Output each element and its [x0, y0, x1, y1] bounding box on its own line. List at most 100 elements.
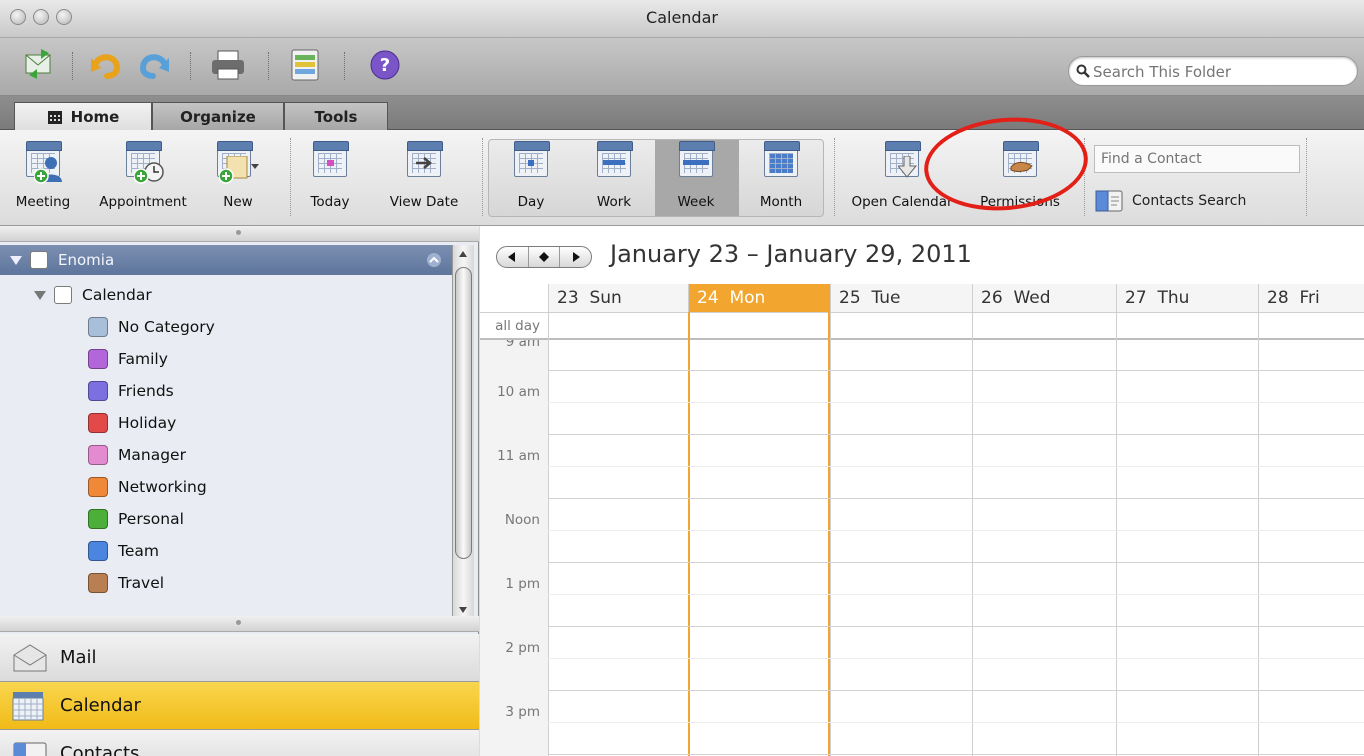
- tab-tools[interactable]: Tools: [284, 102, 388, 130]
- date-range-title: January 23 – January 29, 2011: [610, 240, 972, 268]
- previous-week-button[interactable]: [497, 247, 529, 267]
- month-view-icon: [758, 138, 804, 184]
- go-today-button[interactable]: [529, 247, 561, 267]
- category-row[interactable]: Team: [0, 535, 452, 567]
- new-item-button[interactable]: New: [206, 138, 270, 218]
- day-number: 26: [981, 288, 1003, 308]
- week-view-button[interactable]: Week: [654, 138, 738, 218]
- hour-label: 2 pm: [505, 640, 540, 656]
- category-swatch[interactable]: [88, 317, 108, 337]
- category-swatch[interactable]: [88, 413, 108, 433]
- calendar-icon: [47, 111, 62, 124]
- calendar-view: January 23 – January 29, 2011 23 Sun 24 …: [480, 226, 1364, 756]
- calendar-folder-row[interactable]: Calendar: [0, 279, 452, 311]
- collapse-icon[interactable]: [426, 253, 442, 267]
- next-week-button[interactable]: [560, 247, 591, 267]
- mail-icon: [12, 643, 48, 673]
- view-date-button[interactable]: View Date: [376, 138, 472, 218]
- category-swatch[interactable]: [88, 573, 108, 593]
- category-row[interactable]: Travel: [0, 567, 452, 599]
- category-label: Personal: [118, 510, 184, 528]
- day-header-today[interactable]: 24 Mon: [688, 284, 830, 312]
- nav-calendar[interactable]: Calendar: [0, 682, 479, 730]
- category-label: Family: [118, 350, 168, 368]
- month-view-button[interactable]: Month: [738, 138, 824, 218]
- day-header[interactable]: 28 Fri: [1258, 284, 1364, 312]
- help-icon[interactable]: ?: [368, 48, 402, 82]
- find-contact-field[interactable]: [1094, 145, 1300, 173]
- day-number: 24: [697, 288, 719, 308]
- day-header[interactable]: 27 Thu: [1116, 284, 1258, 312]
- undo-icon[interactable]: [86, 48, 126, 82]
- calendar-nav-icon: [12, 691, 48, 721]
- scrollbar-thumb[interactable]: [455, 267, 472, 559]
- day-view-button[interactable]: Day: [490, 138, 572, 218]
- find-contact-input[interactable]: [1095, 146, 1299, 172]
- day-name: Mon: [729, 288, 766, 308]
- scroll-up-icon[interactable]: [458, 249, 468, 259]
- print-icon[interactable]: [208, 48, 248, 82]
- send-receive-icon[interactable]: [22, 48, 56, 82]
- meeting-label: Meeting: [15, 194, 71, 210]
- hour-label: 10 am: [497, 384, 540, 400]
- folder-scrollbar[interactable]: [452, 245, 474, 621]
- day-view-icon: [508, 138, 554, 184]
- search-field[interactable]: [1068, 56, 1358, 86]
- calendar-checkbox[interactable]: [54, 286, 72, 304]
- disclosure-triangle-icon[interactable]: [34, 290, 46, 300]
- account-row[interactable]: Enomia: [0, 245, 452, 275]
- category-swatch[interactable]: [88, 381, 108, 401]
- category-swatch[interactable]: [88, 477, 108, 497]
- new-meeting-button[interactable]: Meeting: [8, 138, 78, 218]
- today-button[interactable]: Today: [298, 138, 362, 218]
- category-swatch[interactable]: [88, 349, 108, 369]
- category-row[interactable]: Networking: [0, 471, 452, 503]
- category-row[interactable]: Manager: [0, 439, 452, 471]
- disclosure-triangle-icon[interactable]: [10, 255, 22, 265]
- redo-icon[interactable]: [134, 48, 174, 82]
- work-week-icon: [591, 138, 637, 184]
- tab-organize[interactable]: Organize: [152, 102, 284, 130]
- account-checkbox[interactable]: [30, 251, 48, 269]
- open-calendar-button[interactable]: Open Calendar: [840, 138, 964, 218]
- nav-contacts[interactable]: Contacts: [0, 730, 479, 756]
- arrow-right-icon: [572, 252, 580, 262]
- nav-mail-label: Mail: [60, 647, 97, 668]
- day-header[interactable]: 23 Sun: [548, 284, 688, 312]
- category-row[interactable]: Personal: [0, 503, 452, 535]
- account-name: Enomia: [58, 251, 115, 269]
- new-appointment-button[interactable]: Appointment: [84, 138, 202, 218]
- tab-organize-label: Organize: [180, 107, 256, 126]
- title-bar: Calendar: [0, 0, 1364, 38]
- permissions-button[interactable]: Permissions: [962, 138, 1078, 218]
- scroll-down-icon[interactable]: [458, 605, 468, 615]
- tab-tools-label: Tools: [314, 107, 358, 126]
- nav-mail[interactable]: Mail: [0, 634, 479, 682]
- category-swatch[interactable]: [88, 445, 108, 465]
- open-calendar-icon: [879, 138, 925, 184]
- day-header[interactable]: 26 Wed: [972, 284, 1116, 312]
- time-gutter: [480, 340, 548, 756]
- tab-home[interactable]: Home: [14, 102, 152, 131]
- work-week-view-button[interactable]: Work: [572, 138, 656, 218]
- search-input[interactable]: [1093, 61, 1351, 83]
- category-row[interactable]: Family: [0, 343, 452, 375]
- open-calendar-label: Open Calendar: [851, 194, 953, 210]
- category-label: Holiday: [118, 414, 177, 432]
- category-swatch[interactable]: [88, 509, 108, 529]
- contacts-search-button[interactable]: Contacts Search: [1094, 188, 1246, 214]
- calendar-folder-label: Calendar: [82, 286, 152, 304]
- nav-resize-handle[interactable]: [0, 616, 479, 632]
- category-swatch[interactable]: [88, 541, 108, 561]
- category-row[interactable]: Holiday: [0, 407, 452, 439]
- category-row[interactable]: No Category: [0, 311, 452, 343]
- day-header[interactable]: 25 Tue: [830, 284, 972, 312]
- category-row[interactable]: Friends: [0, 375, 452, 407]
- day-label: Day: [517, 194, 545, 210]
- day-number: 25: [839, 288, 861, 308]
- reading-pane-icon[interactable]: [288, 48, 322, 82]
- pane-resize-handle[interactable]: [0, 226, 479, 242]
- address-book-icon: [1095, 190, 1123, 212]
- today-label: Today: [310, 194, 350, 210]
- day-name: Sun: [589, 288, 622, 308]
